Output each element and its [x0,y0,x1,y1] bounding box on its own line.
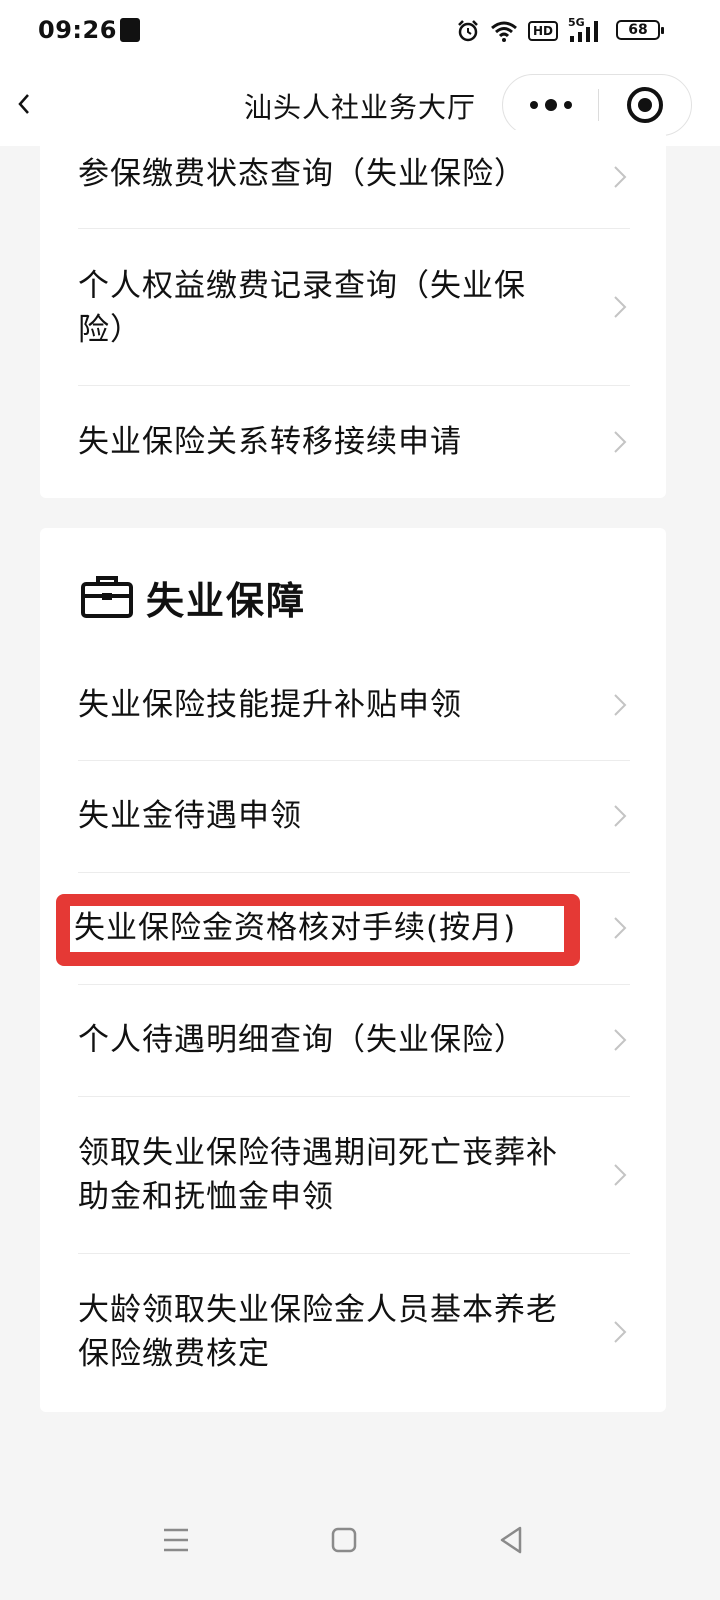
list-item-label: 领取失业保险待遇期间死亡丧葬补助金和抚恤金申领 [78,1135,558,1215]
chevron-right-icon [614,166,627,188]
signal-icon [570,21,598,42]
list-item[interactable]: 个人权益缴费记录查询（失业保险） [78,229,630,385]
list-item-label: 失业金待遇申领 [78,798,302,834]
battery-icon: 68 [616,20,664,40]
chevron-right-icon [614,296,627,318]
back-triangle-icon[interactable] [492,1520,532,1560]
hd-badge: HD [527,21,558,41]
list-item[interactable]: 失业保险技能提升补贴申领 [78,650,630,760]
chevron-right-icon [614,917,627,939]
sim-card-icon [120,18,140,42]
list-item[interactable]: 参保缴费状态查询（失业保险） [78,130,630,228]
list-item-label: 个人权益缴费记录查询（失业保险） [78,268,526,348]
highlight-box: 失业保险金资格核对手续(按月) [56,894,580,966]
list-item[interactable]: 大龄领取失业保险金人员基本养老保险缴费核定 [78,1254,630,1412]
chevron-right-icon [614,431,627,453]
briefcase-icon [81,576,133,618]
signal-indicator: 5G [568,17,602,44]
status-bar: 09:26 HD 5G 68 [0,0,720,64]
list-item[interactable]: 失业保险关系转移接续申请 [78,386,630,498]
chevron-right-icon [614,694,627,716]
highlight-inner: 失业保险金资格核对手续(按月) [70,906,564,952]
chevron-right-icon [614,1164,627,1186]
system-navigation-bar [0,1480,720,1600]
close-button[interactable] [599,75,691,135]
list-item-label: 大龄领取失业保险金人员基本养老保险缴费核定 [78,1292,558,1372]
chevron-right-icon [614,1029,627,1051]
menu-icon[interactable] [156,1520,196,1560]
section-title: 失业保障 [146,579,307,623]
list-item[interactable]: 领取失业保险待遇期间死亡丧葬补助金和抚恤金申领 [78,1097,630,1253]
list-item[interactable]: 失业金待遇申领 [78,761,630,871]
status-icons: HD 5G [456,16,602,46]
chevron-right-icon [614,805,627,827]
list-item-label: 个人待遇明细查询（失业保险） [78,1022,526,1058]
list-item[interactable]: 个人待遇明细查询（失业保险） [78,985,630,1095]
service-card-top: 参保缴费状态查询（失业保险） 个人权益缴费记录查询（失业保险） 失业保险关系转移… [40,130,666,498]
list-item-label: 失业保险关系转移接续申请 [78,424,462,460]
list-item-label: 失业保险技能提升补贴申领 [78,687,462,723]
chevron-right-icon [614,1321,627,1343]
highlighted-item-label[interactable]: 失业保险金资格核对手续(按月) [74,906,516,950]
unemployment-section-card: 失业保障 失业保险技能提升补贴申领 失业金待遇申领 个人待遇明细查询（失业保险）… [40,528,666,1412]
status-time: 09:26 [38,16,117,44]
list-item-label: 参保缴费状态查询（失业保险） [78,156,526,192]
more-button[interactable] [503,75,598,135]
mini-program-capsule [502,74,692,136]
wifi-icon [491,21,517,42]
alarm-icon [458,20,478,42]
home-icon[interactable] [324,1520,364,1560]
